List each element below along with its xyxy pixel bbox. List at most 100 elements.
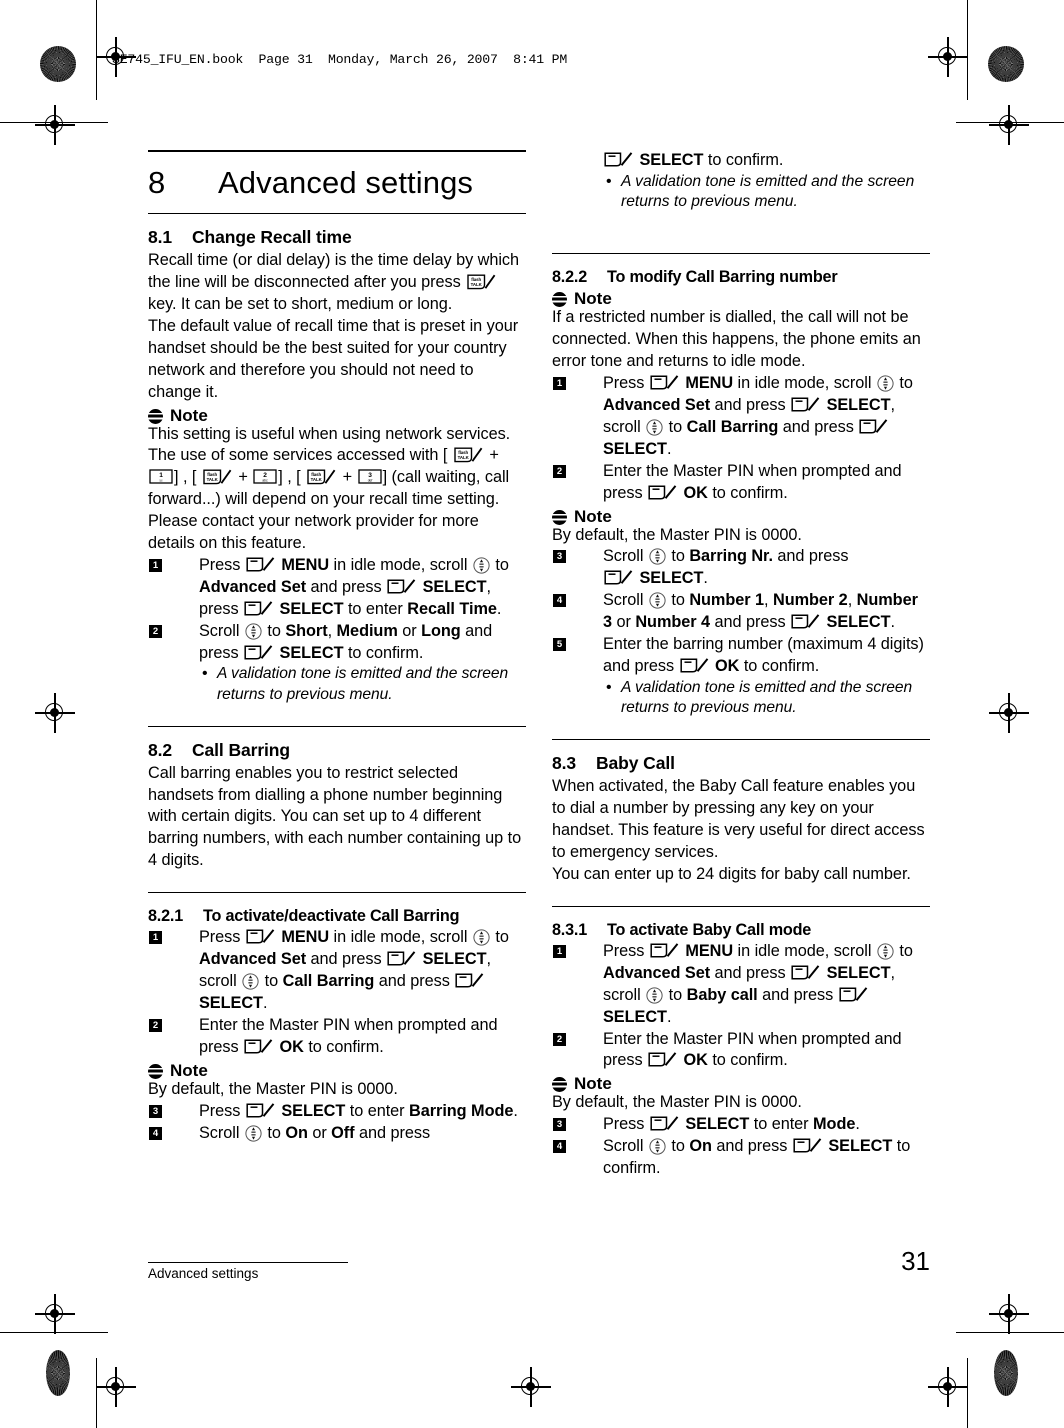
menu-item-barring-mode: Barring Mode <box>409 1101 514 1120</box>
softkey-icon <box>387 951 417 966</box>
section-title-8-3-1: To activate Baby Call mode <box>607 920 812 939</box>
softkey-icon <box>244 601 274 616</box>
step-item: 1 Press MENU in idle mode, scroll to Adva… <box>148 927 526 1015</box>
step-number: 1 <box>553 377 566 391</box>
registration-mark-bottom-right <box>928 1367 968 1407</box>
step-item: 2 Enter the Master PIN when prompted and … <box>552 461 930 505</box>
steps-8-2-1-a: 1 Press MENU in idle mode, scroll to Adva… <box>148 927 526 1058</box>
section-number-8-2: 8.2 <box>148 739 173 760</box>
key-label-select: SELECT <box>639 569 704 588</box>
steps-8-1: 1 Press MENU in idle mode, scroll to Adva… <box>148 555 526 706</box>
footer-rule <box>148 1262 348 1264</box>
heading-8-1: 8.1 Change Recall time <box>148 227 526 249</box>
softkey-icon <box>791 614 821 629</box>
manual-page: SE745_IFU_EN.book Page 31 Monday, March … <box>0 0 1064 1428</box>
note-label: Note <box>574 1074 612 1094</box>
print-rosette-bottom-right <box>994 1350 1018 1396</box>
softkey-icon <box>246 929 276 945</box>
softkey-icon <box>650 375 680 390</box>
running-head: Advanced settings <box>148 1266 259 1281</box>
numeric-key-1-icon: 1 ☏ <box>149 469 173 484</box>
section-title-8-2-2: To modify Call Barring number <box>607 268 838 287</box>
section-number-8-3-1: 8.3.1 <box>552 920 588 939</box>
key-label-select: SELECT <box>199 994 263 1013</box>
key-label-ok: OK <box>279 1038 304 1056</box>
key-label-select: SELECT <box>279 599 344 618</box>
book-header-line: SE745_IFU_EN.book Page 31 Monday, March … <box>112 52 568 67</box>
section-rule-8-2-2 <box>552 253 930 255</box>
softkey-icon <box>839 986 869 1002</box>
bullet-item: • A validation tone is emitted and the sc… <box>606 678 913 717</box>
numeric-key-2-icon: 2 abc <box>253 469 277 484</box>
para-8-2-intro: Call barring enables you to restrict sel… <box>148 763 522 870</box>
note-label: Note <box>170 1060 208 1080</box>
step-number: 2 <box>553 464 566 478</box>
softkey-icon <box>455 973 485 988</box>
menu-item-call-barring: Call Barring <box>686 417 779 436</box>
registration-mark-right-middle <box>989 693 1029 733</box>
key-label-select: SELECT <box>422 577 487 596</box>
registration-mark-left-lower <box>35 1294 75 1334</box>
step-item: 1 Press MENU in idle mode, scroll to Adva… <box>552 941 930 1029</box>
softkey-icon <box>650 943 680 958</box>
para-8-3-intro: When activated, the Baby Call feature en… <box>552 777 925 861</box>
chapter-heading: 8 Advanced settings <box>148 165 526 200</box>
note-icon <box>148 1063 163 1079</box>
bullets-8-2-2: • A validation tone is emitted and the sc… <box>603 678 930 719</box>
crop-line-bot-right <box>956 1332 1064 1334</box>
note-text-8-2-2-pin: By default, the Master PIN is 0000. <box>552 525 802 544</box>
page-footer: Advanced settings 31 <box>148 1246 930 1281</box>
steps-8-2-1-b: 3 Press SELECT to enter Barring Mode. 4 Sc… <box>148 1101 526 1145</box>
key-label-select: SELECT <box>639 151 704 169</box>
note-text-8-2-2: If a restricted number is dialled, the c… <box>552 308 921 371</box>
section-number-8-3: 8.3 <box>552 753 577 774</box>
menu-item-advanced-set: Advanced Set <box>199 577 307 596</box>
section-number-8-2-1: 8.2.1 <box>148 907 184 926</box>
step-item: 4 Scroll to On or Off and press <box>148 1123 526 1145</box>
note-label: Note <box>574 506 612 526</box>
bullets-8-2-1: • A validation tone is emitted and the sc… <box>552 172 930 213</box>
bullet-dot: • <box>606 678 612 696</box>
section-rule-8-3 <box>552 739 930 741</box>
bullet-item: • A validation tone is emitted and the sc… <box>202 665 509 704</box>
softkey-icon <box>246 557 276 572</box>
registration-mark-left-middle <box>35 693 75 733</box>
option-medium: Medium <box>336 621 398 640</box>
softkey-icon <box>679 658 710 673</box>
step-number: 5 <box>553 638 566 652</box>
step-number: 4 <box>553 594 566 608</box>
menu-item-advanced-set: Advanced Set <box>603 963 711 982</box>
option-number-1: Number 1 <box>689 591 765 610</box>
heading-8-2-1: 8.2.1 To activate/deactivate Call Barring <box>148 906 526 926</box>
menu-item-mode: Mode <box>813 1115 856 1134</box>
step-number: 1 <box>553 944 566 958</box>
note-icon <box>552 1077 567 1093</box>
bullet-dot: • <box>202 665 208 683</box>
softkey-icon <box>791 965 821 980</box>
option-number-2: Number 2 <box>772 591 848 610</box>
crop-line-right-vert-b <box>966 1358 968 1428</box>
key-label-select: SELECT <box>828 1137 893 1156</box>
key-label-menu: MENU <box>281 555 330 574</box>
softkey-icon <box>387 579 417 594</box>
step-item: 1 Press MENU in idle mode, scroll to Adva… <box>552 373 930 461</box>
navigation-key-icon <box>649 548 666 566</box>
chapter-rule-top <box>148 150 526 152</box>
softkey-icon <box>604 152 634 167</box>
svg-text:TALK: TALK <box>457 455 469 460</box>
flash-talk-key-icon: flash TALK <box>307 469 336 485</box>
print-rosette-top-right <box>988 46 1024 82</box>
softkey-icon <box>604 570 634 585</box>
section-title-8-1: Change Recall time <box>192 227 352 248</box>
note-label: Note <box>170 405 208 425</box>
option-off: Off <box>331 1123 355 1142</box>
note-heading-8-2-1: Note <box>148 1062 526 1079</box>
softkey-icon <box>648 1052 678 1067</box>
softkey-icon <box>244 1039 274 1054</box>
key-label-select: SELECT <box>603 439 667 458</box>
flash-talk-key-icon: flash TALK <box>203 469 232 485</box>
note-icon <box>552 509 567 525</box>
step-number: 3 <box>553 1118 566 1132</box>
step-item: 5 Enter the barring number (maximum 4 dig… <box>552 634 930 719</box>
svg-text:def: def <box>367 479 372 483</box>
